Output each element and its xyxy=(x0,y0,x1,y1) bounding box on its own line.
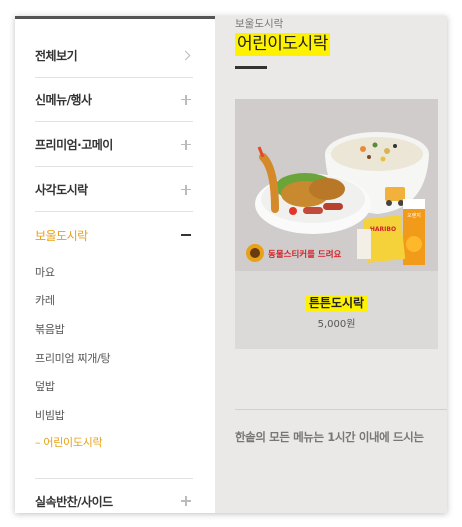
sub-item-premium-stew[interactable]: 프리미엄 찌개/탕 xyxy=(35,350,111,366)
sidebar-item-bowl-box[interactable]: 보울도시락 xyxy=(35,213,193,257)
plus-icon xyxy=(179,93,193,107)
sidebar-item-all[interactable]: 전체보기 xyxy=(35,34,193,78)
sidebar-item-label: 전체보기 xyxy=(35,49,78,63)
minus-icon xyxy=(179,228,193,242)
plus-icon xyxy=(179,494,193,508)
plus-icon xyxy=(179,183,193,197)
sidebar-item-label: 신메뉴/행사 xyxy=(35,93,92,107)
app-frame: 전체보기 신메뉴/행사 프리미엄·고메이 사각도시락 보울도시락 마요 카레 볶… xyxy=(15,16,447,513)
product-card[interactable]: 오렌지 HARIBO 동물스티커를 드려요 튼튼도시락 5,000원 xyxy=(235,99,438,349)
candy-pack-label: HARIBO xyxy=(370,226,396,233)
chevron-right-icon xyxy=(179,49,193,63)
product-name-wrap: 튼튼도시락 xyxy=(235,292,438,311)
title-underline xyxy=(235,66,267,69)
sub-item-rice-bowl[interactable]: 덮밥 xyxy=(35,378,55,394)
lunchbox-illustration: 오렌지 HARIBO 동물스티커를 드려요 xyxy=(235,99,438,271)
sub-item-curry[interactable]: 카레 xyxy=(35,292,55,308)
category-sidebar: 전체보기 신메뉴/행사 프리미엄·고메이 사각도시락 보울도시락 마요 카레 볶… xyxy=(15,16,215,513)
sidebar-item-label: 사각도시락 xyxy=(35,183,88,197)
product-price: 5,000원 xyxy=(317,319,356,330)
sub-item-bibimbap[interactable]: 비빔밥 xyxy=(35,407,65,423)
sidebar-item-side-dishes[interactable]: 실속반찬/사이드 xyxy=(35,479,193,513)
sub-item-kids-box[interactable]: – 어린이도시락 xyxy=(35,434,103,450)
juice-box-label: 오렌지 xyxy=(407,212,421,219)
sidebar-item-label: 보울도시락 xyxy=(35,228,88,243)
page-title: 어린이도시락 xyxy=(235,33,330,56)
sidebar-item-label: 실속반찬/사이드 xyxy=(35,494,113,509)
sidebar-top-bar xyxy=(15,16,215,19)
main-content: 보울도시락 어린이도시락 오렌지 HARIBO 동물스티커를 드려요 튼튼도시락… xyxy=(215,16,447,513)
product-image: 오렌지 HARIBO 동물스티커를 드려요 xyxy=(235,99,438,271)
sidebar-item-square-box[interactable]: 사각도시락 xyxy=(35,168,193,212)
notice-text: 한솥의 모든 메뉴는 1시간 이내에 드시는 xyxy=(235,430,424,444)
sticker-promo-text: 동물스티커를 드려요 xyxy=(268,249,342,260)
breadcrumb: 보울도시락 xyxy=(235,18,284,30)
sub-item-mayo[interactable]: 마요 xyxy=(35,264,55,280)
sidebar-item-new-menu[interactable]: 신메뉴/행사 xyxy=(35,78,193,122)
sub-item-fried-rice[interactable]: 볶음밥 xyxy=(35,321,65,337)
product-name: 튼튼도시락 xyxy=(304,295,369,311)
sidebar-item-label: 프리미엄·고메이 xyxy=(35,138,113,152)
plus-icon xyxy=(179,138,193,152)
section-divider xyxy=(235,409,447,410)
sidebar-item-premium[interactable]: 프리미엄·고메이 xyxy=(35,123,193,167)
